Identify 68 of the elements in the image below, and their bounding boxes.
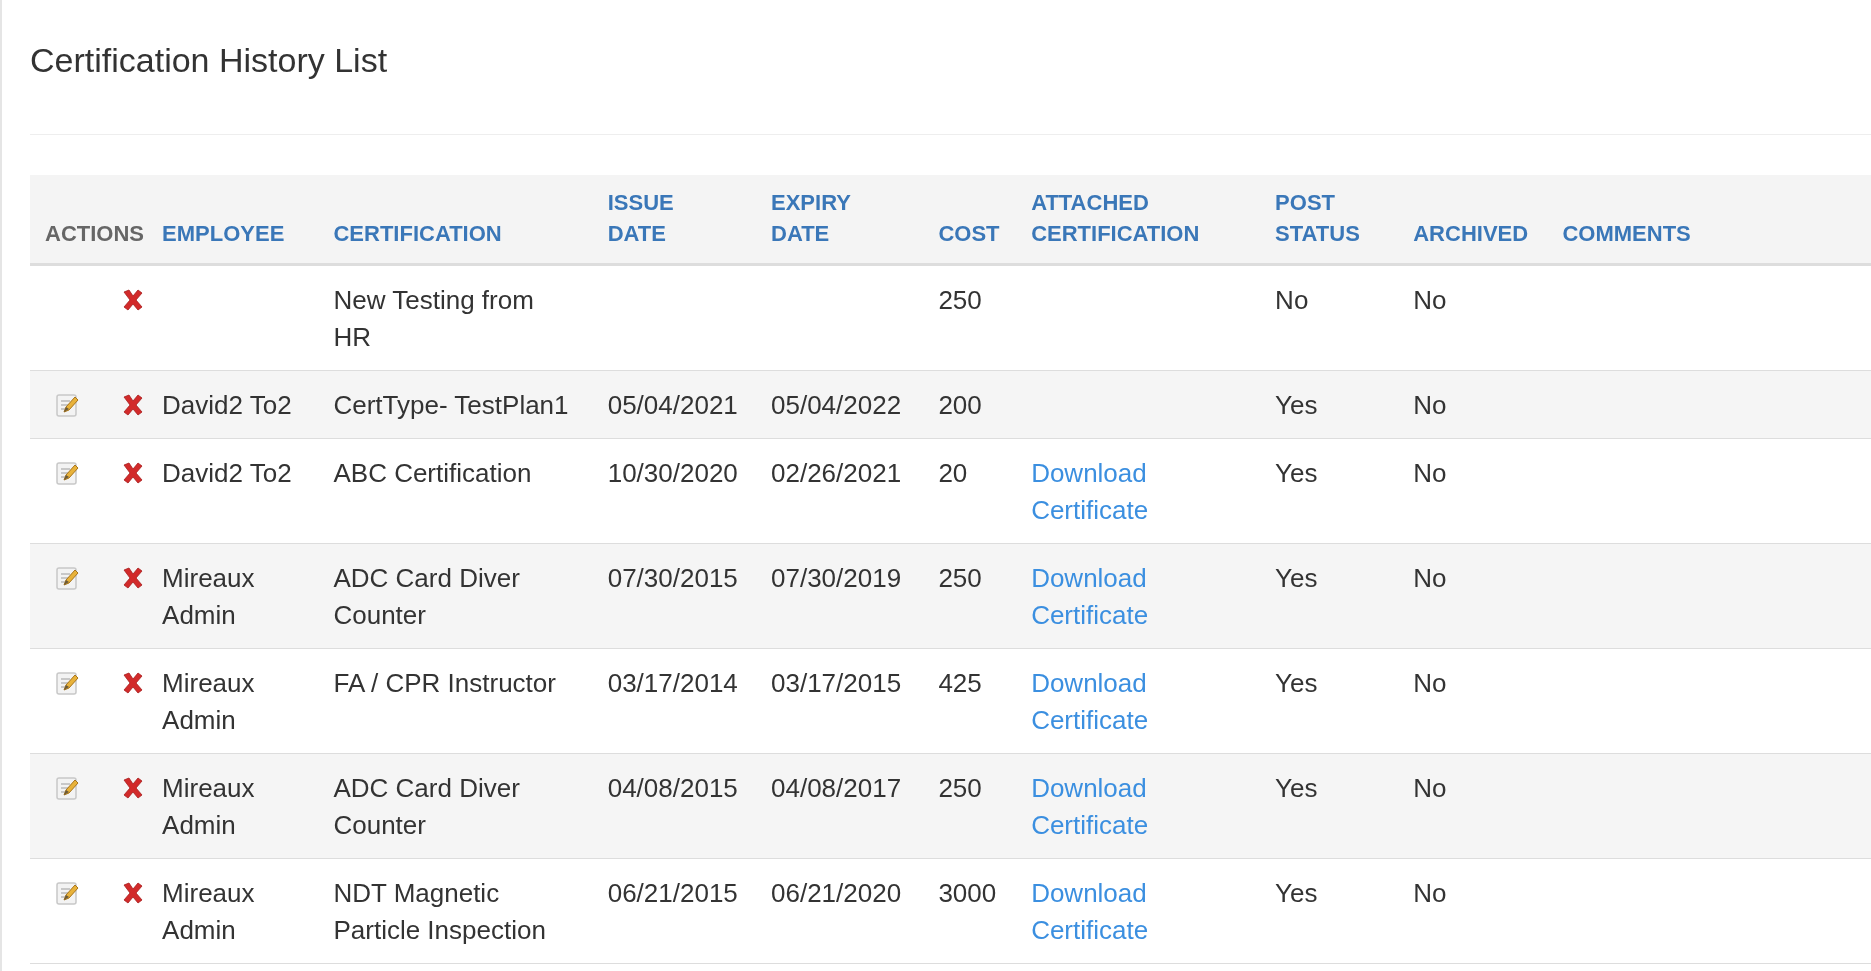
table-cell-text: Yes xyxy=(1275,389,1318,422)
table-cell-text: ABC Certification xyxy=(333,457,532,490)
table-cell-text: 3000 xyxy=(938,877,997,910)
table-cell-text: 200 xyxy=(938,389,982,422)
download-link[interactable]: Download Certificate xyxy=(1031,770,1246,844)
download-link[interactable]: Download Certificate xyxy=(1031,875,1246,949)
table-cell-text: 04/08/2017 xyxy=(771,772,902,805)
table-cell-text: 250 xyxy=(938,284,982,317)
table-cell-text: ADC Card Diver Counter xyxy=(333,562,521,632)
sort-header-link[interactable]: ARCHIVED xyxy=(1413,218,1529,249)
table-cell-text: CertType- TestPlan1 xyxy=(333,389,569,422)
sort-header-link[interactable]: POST STATUS xyxy=(1275,187,1360,249)
page-title: Certification History List xyxy=(30,41,388,79)
sort-header-link[interactable]: CERTIFICATION xyxy=(333,218,502,249)
table-cell-text: FA / CPR Instructor xyxy=(333,667,556,700)
table-cell-text: No xyxy=(1413,562,1447,595)
sort-header-link[interactable]: EMPLOYEE xyxy=(162,218,285,249)
table-cell-text: 03/17/2015 xyxy=(771,667,902,700)
table-cell-text: 10/30/2020 xyxy=(607,457,738,490)
table-cell-text: Mireaux Admin xyxy=(162,667,256,737)
table-cell-text: No xyxy=(1413,667,1447,700)
table-cell-text: Yes xyxy=(1275,772,1318,805)
sort-header-link[interactable]: ATTACHED CERTIFICATION xyxy=(1031,187,1200,249)
edit-icon[interactable] xyxy=(55,775,81,801)
table-cell-text: 07/30/2019 xyxy=(771,562,902,595)
table-cell-text: Yes xyxy=(1275,667,1318,700)
sort-header-link[interactable]: COST xyxy=(938,218,1000,249)
table-cell-text: NDT Magnetic Particle Inspection xyxy=(333,877,547,947)
table-cell-text: 425 xyxy=(938,667,982,700)
edit-icon[interactable] xyxy=(55,392,81,418)
edit-icon[interactable] xyxy=(55,565,81,591)
sort-header-link[interactable]: COMMENTS xyxy=(1562,218,1691,249)
table-cell-text: No xyxy=(1413,877,1447,910)
download-link[interactable]: Download Certificate xyxy=(1031,665,1246,739)
table-cell-text: No xyxy=(1413,457,1447,490)
table-cell-text: 02/26/2021 xyxy=(771,457,902,490)
sort-header-link[interactable]: ISSUE DATE xyxy=(607,187,674,249)
table-cell-text: 06/21/2015 xyxy=(607,877,738,910)
table-cell-text: 250 xyxy=(938,562,982,595)
table-cell-text: Yes xyxy=(1275,562,1318,595)
table-cell-text: No xyxy=(1413,772,1447,805)
table-cell-text: 03/17/2014 xyxy=(607,667,738,700)
table-cell-text: 250 xyxy=(938,772,982,805)
table-cell-text: Mireaux Admin xyxy=(162,562,256,632)
table-cell-text: New Testing from HR xyxy=(333,284,535,354)
table-cell-text: 07/30/2015 xyxy=(607,562,738,595)
table-cell-text: Mireaux Admin xyxy=(162,877,256,947)
download-link[interactable]: Download Certificate xyxy=(1031,455,1246,529)
table-cell-text: 06/21/2020 xyxy=(771,877,902,910)
sort-header-link[interactable]: EXPIRY DATE xyxy=(771,187,851,249)
table-cell-text: 20 xyxy=(938,457,968,490)
column-header: ACTIONS xyxy=(45,220,144,248)
table-cell-text: ADC Card Diver Counter xyxy=(333,772,521,842)
edit-icon[interactable] xyxy=(55,880,81,906)
table-cell-text: 04/08/2015 xyxy=(607,772,738,805)
edit-icon[interactable] xyxy=(55,460,81,486)
table-cell-text: No xyxy=(1275,284,1309,317)
table-cell-text: Yes xyxy=(1275,877,1318,910)
table-cell-text: David2 To2 xyxy=(162,389,292,422)
edit-icon[interactable] xyxy=(55,670,81,696)
table-cell-text: 05/04/2022 xyxy=(771,389,902,422)
table-cell-text: No xyxy=(1413,284,1447,317)
table-cell-text: 05/04/2021 xyxy=(607,389,738,422)
table-cell-text: David2 To2 xyxy=(162,457,292,490)
download-link[interactable]: Download Certificate xyxy=(1031,560,1246,634)
table-cell-text: No xyxy=(1413,389,1447,422)
table-cell-text: Mireaux Admin xyxy=(162,772,256,842)
table-cell-text: Yes xyxy=(1275,457,1318,490)
